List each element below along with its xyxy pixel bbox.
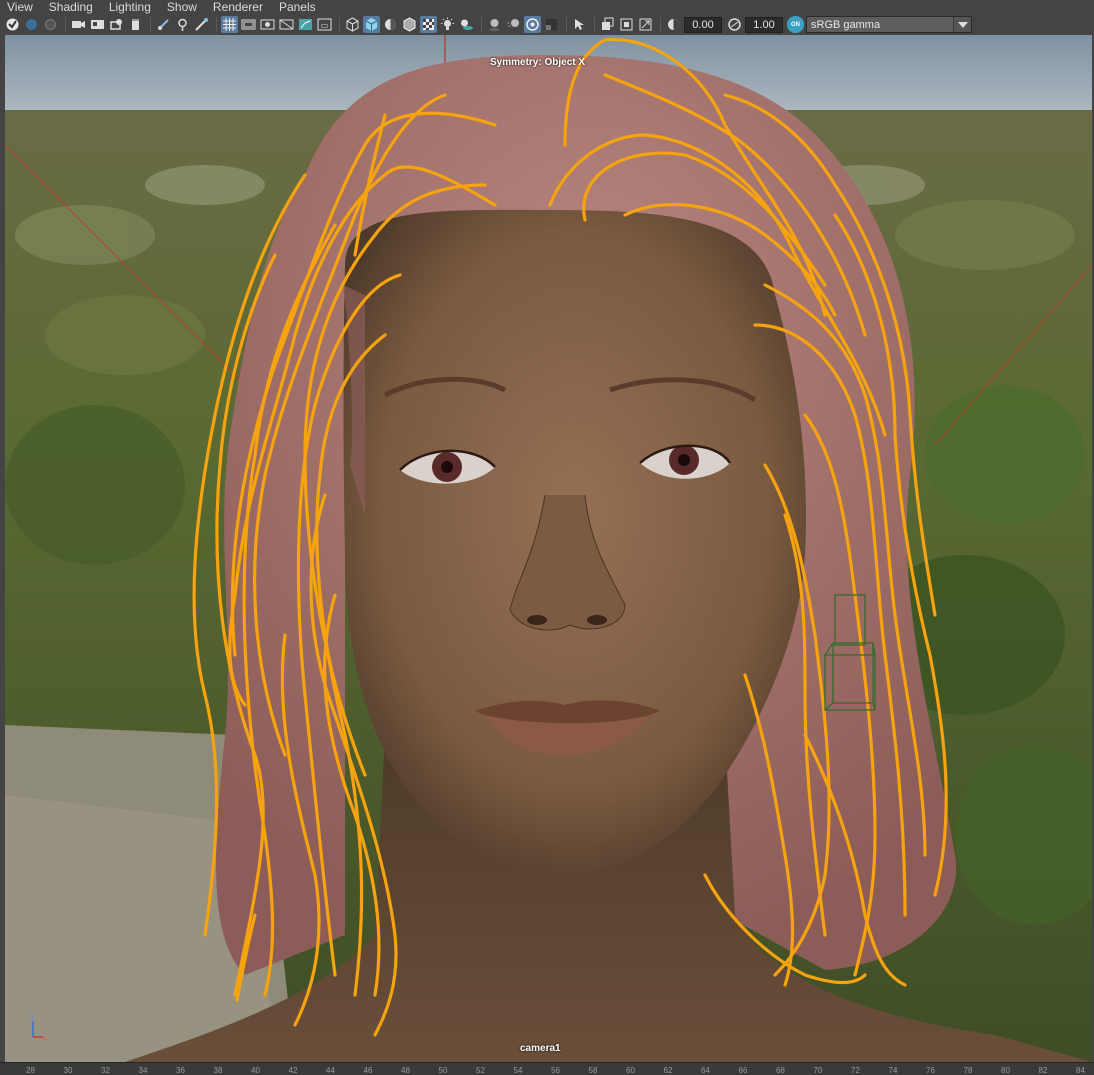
ruler-tick-label: 44: [326, 1066, 335, 1075]
ruler-tick-label: 42: [288, 1066, 298, 1075]
menu-renderer[interactable]: Renderer: [213, 0, 263, 14]
viewport-render: [5, 35, 1092, 1062]
motion-blur-icon[interactable]: [505, 16, 522, 33]
ruler-tick-label: 70: [813, 1066, 823, 1075]
color-management-label: ON: [791, 21, 800, 28]
view-transform-dropdown[interactable]: sRGB gamma: [806, 16, 972, 33]
time-ruler[interactable]: 28 30 32 34 36 38 40 42 44 46 48 50 52 54 56 58 60 62 64 66…: [0, 1062, 1094, 1075]
ruler-tick-label: 78: [963, 1066, 973, 1075]
use-lights-icon[interactable]: [439, 16, 456, 33]
view-transform-value: sRGB gamma: [811, 18, 881, 31]
wireframe-on-shaded-icon[interactable]: [401, 16, 418, 33]
symmetry-label: Symmetry: Object X: [490, 57, 586, 68]
ruler-tick-label: 52: [476, 1066, 485, 1075]
multisample-aa-icon[interactable]: [524, 16, 541, 33]
maya-viewport-panel: View Shading Lighting Show Renderer Pane…: [0, 0, 1094, 1075]
ruler-tick-label: 58: [588, 1066, 598, 1075]
toolbar-separator: [660, 17, 661, 32]
menu-show[interactable]: Show: [167, 0, 197, 14]
panel-toolbar: ▭ 0.00 1.00 ON sRGB gamma: [0, 14, 1094, 35]
ruler-tick-label: 54: [513, 1066, 523, 1075]
gamma-field[interactable]: 1.00: [745, 16, 783, 33]
link-icon[interactable]: [174, 16, 191, 33]
3d-viewport[interactable]: Symmetry: Object X camera1 z x: [5, 35, 1092, 1062]
toolbar-separator: [566, 17, 567, 32]
field-chart-icon[interactable]: [297, 16, 314, 33]
xray-components-icon[interactable]: [637, 16, 654, 33]
ruler-tick-label: 28: [26, 1066, 35, 1075]
toolbar-separator: [481, 17, 482, 32]
toolbar-separator: [216, 17, 217, 32]
ruler-tick-label: 36: [176, 1066, 185, 1075]
camera-attributes-icon[interactable]: [42, 16, 59, 33]
smooth-shade-icon[interactable]: [363, 16, 380, 33]
isolate-select-icon[interactable]: [571, 16, 588, 33]
camera-label: camera1: [520, 1043, 561, 1054]
ruler-tick-label: 34: [138, 1066, 148, 1075]
exposure-field[interactable]: 0.00: [684, 16, 722, 33]
lock-camera-icon[interactable]: [23, 16, 40, 33]
ruler-tick-label: 76: [926, 1066, 935, 1075]
select-camera-icon[interactable]: [4, 16, 21, 33]
xray-icon[interactable]: [599, 16, 616, 33]
ruler-tick-label: 46: [363, 1066, 373, 1075]
ruler-tick-label: 38: [213, 1066, 223, 1075]
ruler-tick-label: 84: [1076, 1066, 1085, 1075]
bookmark-icon[interactable]: [70, 16, 87, 33]
xray-joints-icon[interactable]: [618, 16, 635, 33]
textured-icon[interactable]: [420, 16, 437, 33]
safe-action-icon[interactable]: ▭: [316, 16, 333, 33]
ruler-tick-label: 80: [1001, 1066, 1010, 1075]
ruler-tick-label: 50: [438, 1066, 448, 1075]
menu-lighting[interactable]: Lighting: [109, 0, 151, 14]
toolbar-separator: [339, 17, 340, 32]
svg-text:x: x: [43, 1034, 47, 1042]
ruler-tick-label: 62: [663, 1066, 673, 1075]
ruler-tick-label: 48: [401, 1066, 410, 1075]
toolbar-separator: [150, 17, 151, 32]
shadows-icon[interactable]: [458, 16, 475, 33]
ruler-tick-label: 74: [888, 1066, 898, 1075]
wireframe-icon[interactable]: [344, 16, 361, 33]
exposure-icon[interactable]: [665, 16, 682, 33]
nostril: [527, 615, 547, 625]
resolution-gate-icon[interactable]: [259, 16, 276, 33]
brush-icon[interactable]: [193, 16, 210, 33]
axis-gizmo: z x: [30, 1014, 47, 1042]
color-management-toggle[interactable]: ON: [787, 16, 804, 33]
ruler-tick-label: 82: [1038, 1066, 1048, 1075]
menu-shading[interactable]: Shading: [49, 0, 93, 14]
grease-pencil-icon[interactable]: [127, 16, 144, 33]
ruler-tick-label: 66: [738, 1066, 748, 1075]
toolbar-separator: [65, 17, 66, 32]
2d-pan-zoom-icon[interactable]: [108, 16, 125, 33]
menu-panels[interactable]: Panels: [279, 0, 316, 14]
grid-icon[interactable]: [221, 16, 238, 33]
film-gate-icon[interactable]: [240, 16, 257, 33]
nostril: [587, 615, 607, 625]
ruler-tick-label: 64: [701, 1066, 710, 1075]
svg-text:▭: ▭: [321, 21, 329, 30]
screen-space-ao-icon[interactable]: [486, 16, 503, 33]
ruler-tick-label: 60: [626, 1066, 635, 1075]
ruler-tick-label: 30: [63, 1066, 73, 1075]
ruler-tick-label: 68: [776, 1066, 785, 1075]
gamma-icon[interactable]: [726, 16, 743, 33]
grid-snap-icon[interactable]: [155, 16, 172, 33]
ruler-tick-label: 40: [251, 1066, 260, 1075]
ruler-tick-label: 72: [851, 1066, 860, 1075]
chevron-down-icon: [953, 17, 971, 32]
depth-of-field-icon[interactable]: [543, 16, 560, 33]
toolbar-separator: [594, 17, 595, 32]
gate-mask-icon[interactable]: [278, 16, 295, 33]
panel-menu-bar: View Shading Lighting Show Renderer Pane…: [0, 0, 1094, 14]
menu-view[interactable]: View: [7, 0, 33, 14]
ruler-tick-label: 56: [551, 1066, 560, 1075]
ruler-tick-label: 32: [101, 1066, 110, 1075]
image-plane-icon[interactable]: [89, 16, 106, 33]
use-default-material-icon[interactable]: [382, 16, 399, 33]
svg-text:z: z: [30, 1014, 34, 1022]
